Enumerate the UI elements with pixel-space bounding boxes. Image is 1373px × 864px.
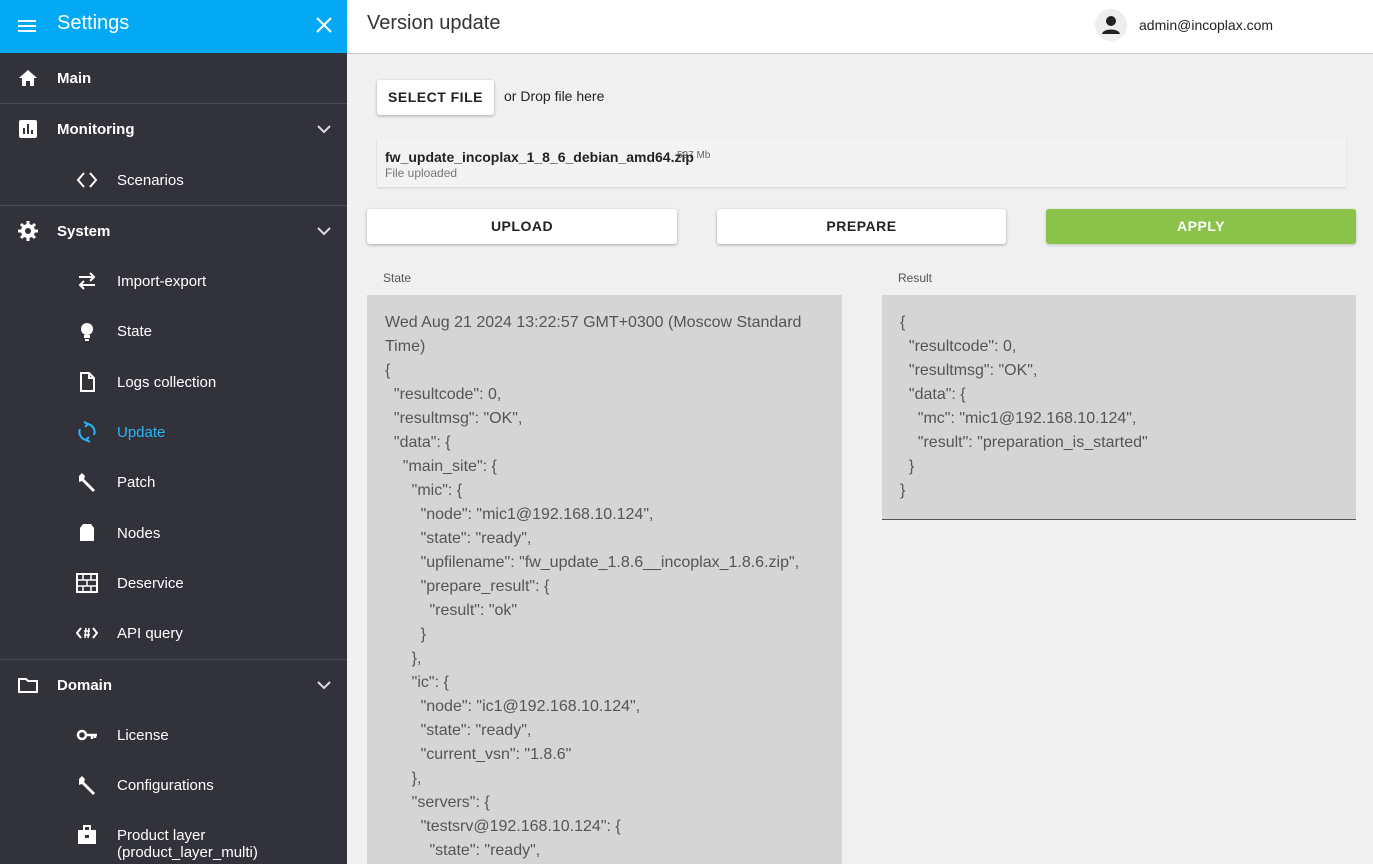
sidebar-group-system[interactable]: System [0, 206, 347, 256]
upload-button[interactable]: UPLOAD [367, 209, 677, 244]
result-label: Result [898, 271, 933, 285]
sync-icon [78, 421, 96, 443]
code-icon [76, 172, 98, 188]
sidebar-item-label: Import-export [117, 273, 207, 290]
sidebar-item-configurations[interactable]: Configurations [0, 760, 347, 810]
sidebar-item-label: Update [117, 424, 166, 441]
chevron-down-icon[interactable] [316, 677, 332, 693]
apply-button[interactable]: APPLY [1046, 209, 1356, 244]
sidebar-item-state[interactable]: State [0, 306, 347, 356]
api-icon [76, 627, 98, 639]
file-icon [80, 372, 95, 392]
folder-icon [18, 678, 38, 693]
file-size: 527 Mb [677, 150, 711, 161]
drop-zone-text[interactable]: or Drop file here [504, 88, 604, 104]
sidebar-item-label: Scenarios [117, 172, 184, 189]
state-output: Wed Aug 21 2024 13:22:57 GMT+0300 (Mosco… [367, 295, 842, 864]
box-icon [80, 524, 94, 541]
swap-icon [78, 272, 96, 290]
sidebar-group-monitoring[interactable]: Monitoring [0, 104, 347, 154]
sidebar-group-label: Domain [57, 676, 113, 694]
file-card: fw_update_incoplax_1_8_6_debian_amd64.zi… [377, 139, 1346, 187]
sidebar-item-label: Logs collection [117, 374, 217, 391]
sidebar-item-product-layer[interactable]: Product layer (product_layer_multi) [0, 810, 347, 861]
sidebar-group-label: Monitoring [57, 120, 135, 138]
sidebar-item-label: API query [117, 625, 183, 642]
sidebar-item-label: Configurations [117, 777, 214, 794]
briefcase-icon [78, 825, 96, 844]
sidebar-group-domain[interactable]: Domain [0, 660, 347, 710]
select-file-button[interactable]: SELECT FILE [377, 80, 494, 115]
home-icon [19, 70, 37, 86]
sidebar-item-update[interactable]: Update [0, 407, 347, 457]
chevron-down-icon[interactable] [316, 223, 332, 239]
sidebar-item-label: Deservice [117, 575, 184, 592]
sidebar-group-label: Main [57, 69, 92, 87]
avatar-icon[interactable] [1095, 9, 1127, 41]
sidebar: Settings Main Monitoring Scenarios Syste… [0, 0, 347, 864]
sidebar-item-label: Nodes [117, 525, 161, 542]
sidebar-item-scenarios[interactable]: Scenarios [0, 155, 347, 205]
sidebar-header: Settings [0, 0, 347, 53]
sidebar-item-deservice[interactable]: Deservice [0, 558, 347, 608]
sidebar-item-nodes[interactable]: Nodes [0, 508, 347, 558]
sidebar-item-label: License [117, 727, 169, 744]
sidebar-item-license[interactable]: License [0, 710, 347, 760]
top-bar: Version update admin@incoplax.com [347, 0, 1373, 54]
sidebar-item-patch[interactable]: Patch [0, 457, 347, 507]
lightbulb-icon [81, 323, 93, 341]
firewall-icon [76, 573, 98, 593]
menu-icon[interactable] [17, 16, 37, 36]
sidebar-item-logs-collection[interactable]: Logs collection [0, 357, 347, 407]
gear-icon [18, 221, 38, 241]
close-icon[interactable] [314, 15, 334, 35]
sidebar-item-api-query[interactable]: API query [0, 608, 347, 658]
page-title: Version update [367, 12, 501, 34]
sidebar-title: Settings [57, 12, 130, 34]
wrench-icon [79, 473, 95, 492]
prepare-button[interactable]: PREPARE [717, 209, 1006, 244]
bar-chart-icon [19, 120, 37, 138]
sidebar-group-label: System [57, 222, 111, 240]
state-label: State [383, 271, 412, 285]
sidebar-item-import-export[interactable]: Import-export [0, 256, 347, 306]
file-name: fw_update_incoplax_1_8_6_debian_amd64.zi… [385, 149, 694, 165]
wrench-icon [79, 776, 95, 795]
key-icon [76, 729, 97, 741]
sidebar-item-label: State [117, 323, 153, 340]
sidebar-item-label: Product layer (product_layer_multi) [117, 827, 258, 861]
user-email[interactable]: admin@incoplax.com [1139, 17, 1273, 33]
sidebar-group-main[interactable]: Main [0, 53, 347, 103]
result-output: { "resultcode": 0, "resultmsg": "OK", "d… [882, 295, 1356, 520]
file-status: File uploaded [385, 166, 458, 180]
sidebar-item-label: Patch [117, 474, 156, 491]
chevron-down-icon[interactable] [316, 121, 332, 137]
